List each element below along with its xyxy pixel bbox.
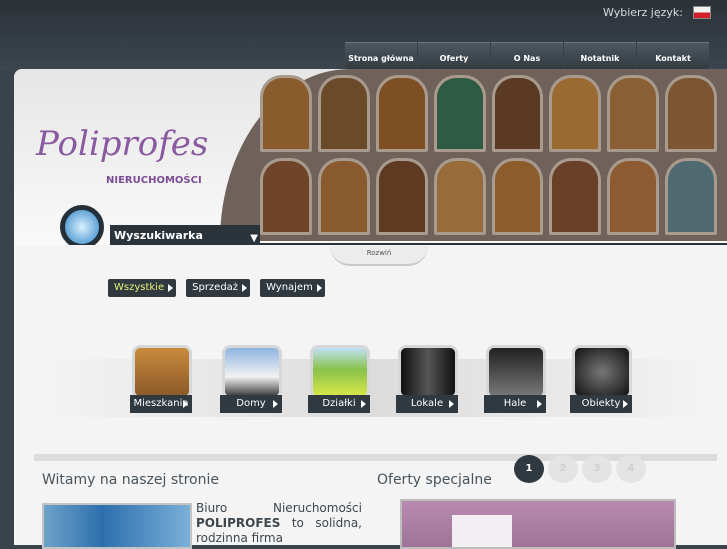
main-panel: Poliprofes NIERUCHOMOŚCI Wyszukiwarka ▼ … — [14, 69, 727, 549]
category-objects[interactable]: Obiekty — [570, 345, 632, 413]
category-label: Działki — [308, 395, 370, 413]
double-chevron-down-icon: ▼ — [250, 233, 258, 244]
apartments-thumbnail — [132, 345, 192, 399]
category-label: Hale — [484, 395, 546, 413]
search-label-text: Wyszukiwarka — [114, 229, 203, 242]
houses-thumbnail — [222, 345, 282, 399]
welcome-image — [42, 503, 192, 549]
category-label: Domy — [220, 395, 282, 413]
category-premises[interactable]: Lokale — [396, 345, 458, 413]
search-toggle[interactable]: Wyszukiwarka ▼ — [54, 199, 260, 245]
page-3[interactable]: 3 — [582, 455, 612, 483]
welcome-text: Biuro Nieruchomości POLIPROFES to solidn… — [196, 501, 362, 545]
page-1[interactable]: 1 — [514, 455, 544, 483]
category-label: Lokale — [396, 395, 458, 413]
search-label[interactable]: Wyszukiwarka ▼ — [110, 225, 260, 245]
page-4[interactable]: 4 — [616, 455, 646, 483]
category-apartments[interactable]: Mieszkania — [130, 345, 192, 413]
category-halls[interactable]: Hale — [484, 345, 546, 413]
filter-rent[interactable]: Wynajem — [260, 279, 325, 297]
filter-tabs: Wszystkie Sprzedaż Wynajem — [108, 279, 325, 297]
category-plots[interactable]: Działki — [308, 345, 370, 413]
welcome-title: Witamy na naszej stronie — [42, 472, 219, 488]
plots-thumbnail — [310, 345, 370, 399]
poland-flag-icon[interactable] — [693, 6, 711, 19]
language-label: Wybierz język: — [603, 6, 683, 19]
category-label: Obiekty — [570, 395, 632, 413]
pagination: 1 2 3 4 — [514, 455, 646, 483]
header-doors-image — [220, 69, 727, 241]
page-2[interactable]: 2 — [548, 455, 578, 483]
logo[interactable]: Poliprofes — [36, 124, 208, 164]
expand-button[interactable]: Rozwiń — [330, 246, 428, 266]
category-label: Mieszkania — [130, 395, 192, 413]
header-divider — [214, 243, 727, 245]
magnifier-icon — [60, 205, 104, 245]
filter-sale[interactable]: Sprzedaż — [186, 279, 251, 297]
header: Poliprofes NIERUCHOMOŚCI Wyszukiwarka ▼ — [14, 69, 727, 245]
premises-thumbnail — [398, 345, 458, 399]
top-bar: Wybierz język: Strona główna Oferty O Na… — [0, 0, 727, 73]
halls-thumbnail — [486, 345, 546, 399]
category-houses[interactable]: Domy — [220, 345, 282, 413]
logo-subtitle: NIERUCHOMOŚCI — [106, 175, 202, 186]
special-offer-image[interactable] — [400, 499, 676, 549]
offers-title: Oferty specjalne — [377, 472, 492, 488]
objects-thumbnail — [572, 345, 632, 399]
filter-all[interactable]: Wszystkie — [108, 279, 177, 297]
